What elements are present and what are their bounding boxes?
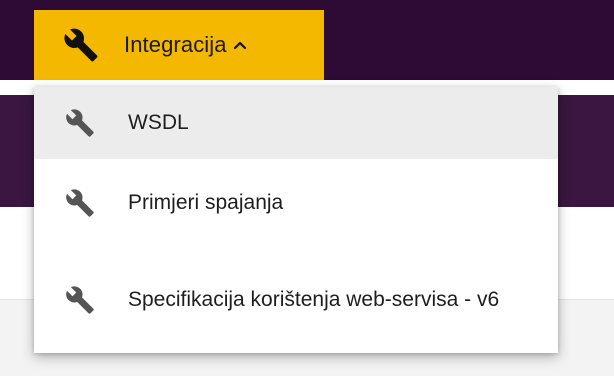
chevron-up-icon [231, 36, 249, 54]
wrench-icon [62, 282, 98, 318]
wrench-icon [62, 26, 100, 64]
integracija-dropdown-menu: WSDL Primjeri spajanja Specifikacija kor… [34, 87, 558, 353]
nav-tab-integracija[interactable]: Integracija [34, 10, 324, 80]
wrench-icon [62, 185, 98, 221]
menu-item-label: Primjeri spajanja [128, 191, 284, 214]
menu-item-specifikacija[interactable]: Specifikacija korištenja web-servisa - v… [34, 247, 558, 353]
wrench-icon [62, 105, 98, 141]
nav-tab-label: Integracija [124, 32, 227, 57]
menu-item-label: Specifikacija korištenja web-servisa - v… [128, 288, 500, 311]
menu-item-label: WSDL [128, 111, 189, 134]
menu-item-wsdl[interactable]: WSDL [34, 87, 558, 159]
menu-item-primjeri-spajanja[interactable]: Primjeri spajanja [34, 159, 558, 247]
